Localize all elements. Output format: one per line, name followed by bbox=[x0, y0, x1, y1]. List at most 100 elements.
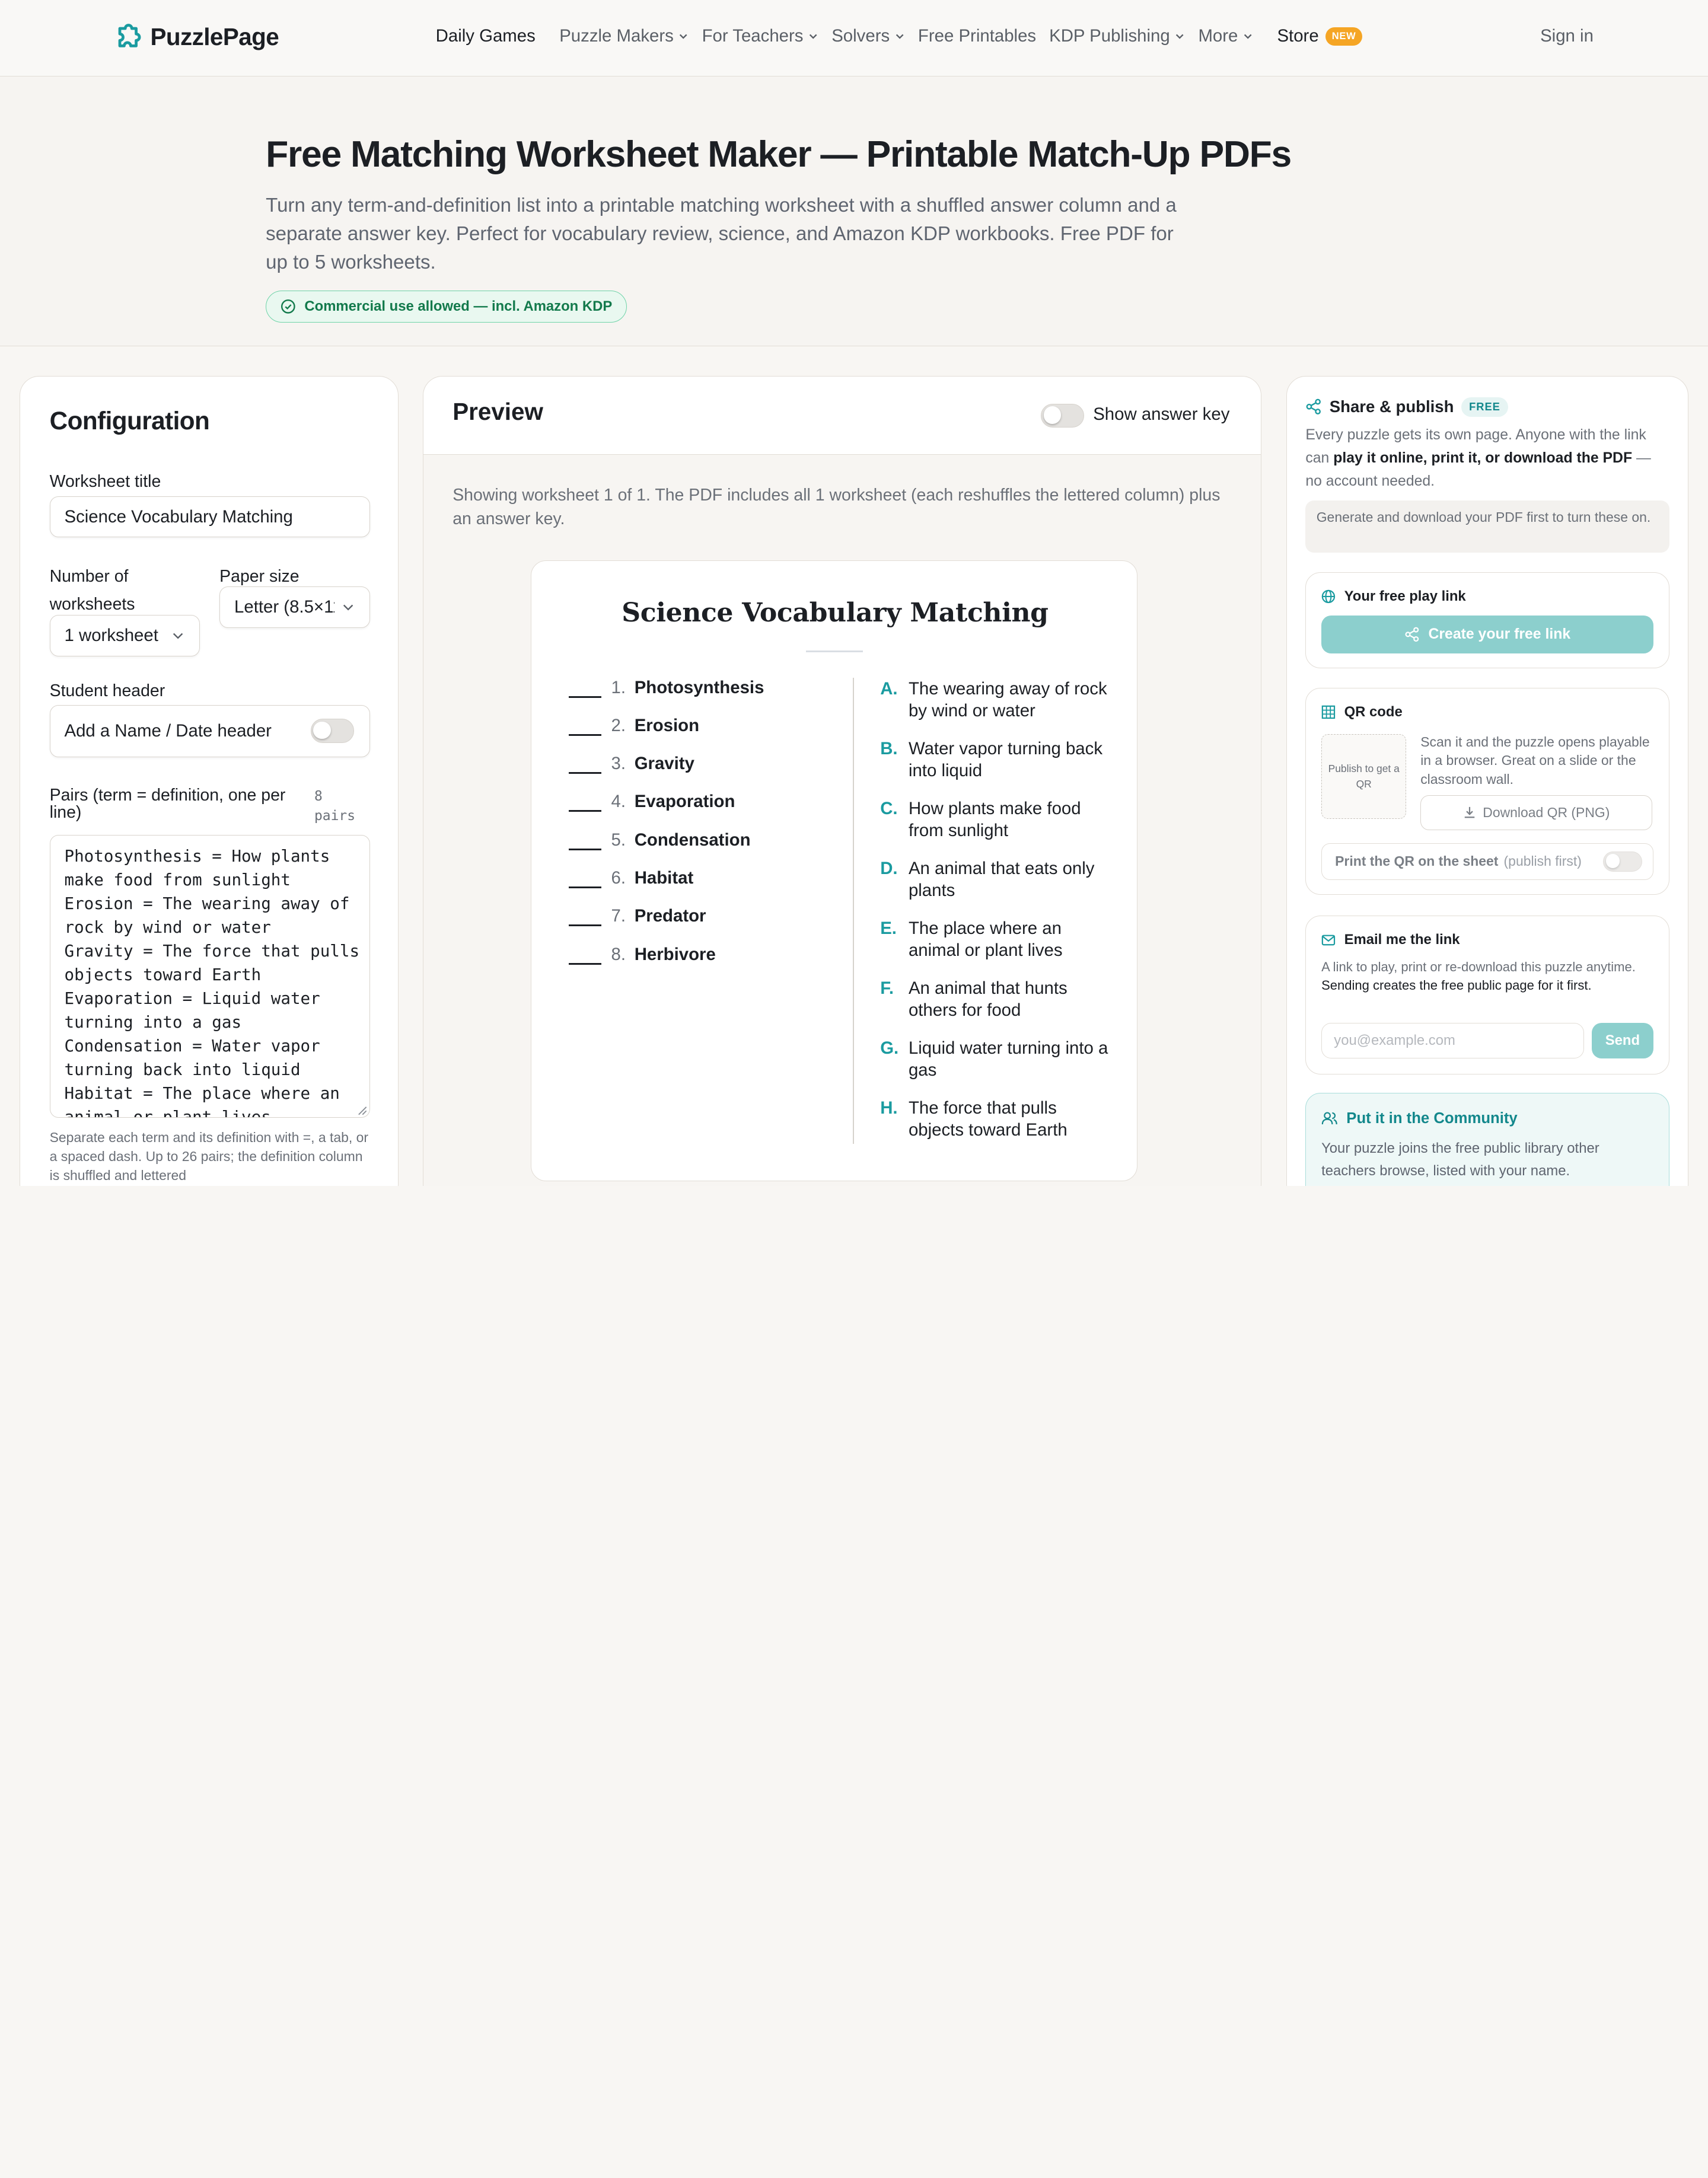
resize-handle-icon[interactable] bbox=[358, 1106, 368, 1116]
term-number: 5. bbox=[611, 830, 626, 850]
print-qr-label: Print the QR on the sheet bbox=[1335, 853, 1499, 869]
pairs-label: Pairs (term = definition, one per line) bbox=[49, 786, 286, 822]
student-header-row[interactable]: Add a Name / Date header bbox=[49, 705, 370, 758]
send-email-button[interactable]: Send bbox=[1591, 1022, 1654, 1059]
qr-placeholder: Publish to get a QR bbox=[1321, 734, 1407, 819]
nav-label: Solvers bbox=[831, 26, 890, 46]
paper-size-value: Letter (8.5×11") bbox=[234, 597, 334, 617]
community-card: Put it in the Community Your puzzle join… bbox=[1305, 1093, 1669, 1187]
nav-for-teachers[interactable]: For Teachers bbox=[702, 26, 819, 46]
nav-store[interactable]: Store NEW bbox=[1277, 26, 1363, 46]
chevron-down-icon bbox=[343, 604, 353, 611]
toggle-knob bbox=[1043, 406, 1062, 424]
mail-icon bbox=[1321, 935, 1336, 945]
definition-text: The force that pulls objects toward Eart… bbox=[908, 1098, 1068, 1140]
term-row: 2. Erosion bbox=[568, 715, 700, 736]
download-qr-button[interactable]: Download QR (PNG) bbox=[1420, 795, 1653, 830]
worksheet-count-select[interactable]: 1 worksheet bbox=[49, 614, 200, 656]
nav-label: For Teachers bbox=[702, 26, 804, 46]
puzzle-logo-icon bbox=[118, 23, 141, 47]
term-row: 5. Condensation bbox=[568, 830, 751, 850]
term-row: 8. Herbivore bbox=[568, 944, 716, 965]
toggle-knob bbox=[1605, 854, 1620, 869]
term-word: Gravity bbox=[634, 754, 694, 774]
definition-row: A. The wearing away of rock by wind or wa… bbox=[880, 678, 1109, 722]
answer-blank bbox=[568, 797, 601, 812]
email-card: Email me the link A link to play, print … bbox=[1305, 915, 1669, 1074]
create-link-label: Create your free link bbox=[1428, 626, 1571, 643]
nav-free-printables[interactable]: Free Printables bbox=[918, 26, 1036, 46]
nav-daily-games[interactable]: Daily Games bbox=[436, 26, 536, 46]
definition-text: How plants make food from sunlight bbox=[908, 798, 1081, 841]
community-text: Your puzzle joins the free public librar… bbox=[1321, 1140, 1599, 1179]
preview-heading: Preview bbox=[453, 398, 543, 426]
student-header-toggle-label: Add a Name / Date header bbox=[64, 721, 272, 741]
email-text-pre: A link to play, print or re-download thi… bbox=[1321, 959, 1636, 974]
answer-blank bbox=[568, 720, 601, 736]
sign-in-link[interactable]: Sign in bbox=[1540, 26, 1594, 46]
desc-bold: play it online, print it, or download th… bbox=[1333, 450, 1633, 467]
definition-letter: E. bbox=[880, 918, 897, 938]
definition-letter: D. bbox=[880, 858, 898, 878]
print-qr-toggle[interactable] bbox=[1602, 851, 1643, 872]
term-row: 4. Evaporation bbox=[568, 792, 735, 812]
pairs-help-text: Separate each term and its definition wi… bbox=[49, 1129, 369, 1184]
title-rule bbox=[806, 650, 863, 653]
answer-key-toggle[interactable] bbox=[1041, 403, 1085, 428]
share-icon bbox=[1306, 398, 1321, 415]
definition-letter: C. bbox=[880, 798, 898, 818]
term-word: Condensation bbox=[634, 830, 751, 850]
chevron-down-icon bbox=[809, 34, 817, 39]
free-badge: FREE bbox=[1461, 397, 1508, 417]
term-word: Herbivore bbox=[634, 944, 716, 964]
pairs-count: 8 pairs bbox=[314, 789, 356, 824]
configuration-panel: Configuration Worksheet title Science Vo… bbox=[20, 375, 399, 1187]
email-text-dark: Sending creates the free public page for… bbox=[1321, 977, 1592, 993]
brand-logo[interactable]: PuzzlePage bbox=[113, 22, 279, 52]
globe-icon bbox=[1321, 589, 1336, 604]
nav-solvers[interactable]: Solvers bbox=[831, 26, 905, 46]
email-title: Email me the link bbox=[1344, 931, 1460, 948]
top-nav: PuzzlePage Daily Games Puzzle Makers For… bbox=[0, 0, 1708, 76]
term-row: 1. Photosynthesis bbox=[568, 677, 764, 698]
new-badge: NEW bbox=[1325, 27, 1363, 46]
worksheet-title-input[interactable]: Science Vocabulary Matching bbox=[49, 496, 370, 538]
nav-more[interactable]: More bbox=[1198, 26, 1253, 46]
term-number: 4. bbox=[611, 792, 626, 812]
definition-text: An animal that hunts others for food bbox=[908, 978, 1068, 1021]
student-header-toggle[interactable] bbox=[310, 719, 355, 743]
create-link-button[interactable]: Create your free link bbox=[1321, 615, 1654, 654]
nav-label: Puzzle Makers bbox=[559, 26, 674, 46]
definition-row: B. Water vapor turning back into liquid bbox=[880, 738, 1109, 782]
main-nav-links: Daily Games Puzzle Makers For Teachers S… bbox=[436, 26, 1363, 46]
pairs-textarea[interactable]: Photosynthesis = How plants make food fr… bbox=[49, 834, 370, 1118]
nav-kdp-publishing[interactable]: KDP Publishing bbox=[1049, 26, 1185, 46]
definition-letter: B. bbox=[880, 738, 898, 758]
chevron-down-icon bbox=[173, 633, 183, 639]
answer-blank bbox=[568, 835, 601, 850]
definition-text: Water vapor turning back into liquid bbox=[908, 738, 1103, 781]
check-circle-icon bbox=[281, 299, 295, 314]
answer-key-label: Show answer key bbox=[1093, 404, 1230, 425]
configuration-heading: Configuration bbox=[49, 407, 210, 435]
definition-row: E. The place where an animal or plant liv… bbox=[880, 917, 1109, 962]
term-number: 8. bbox=[611, 944, 626, 964]
chevron-down-icon bbox=[1244, 34, 1252, 39]
print-qr-note: (publish first) bbox=[1503, 853, 1582, 869]
term-word: Habitat bbox=[634, 868, 694, 888]
preview-header: Preview Show answer key bbox=[423, 376, 1261, 455]
definition-row: H. The force that pulls objects toward Ea… bbox=[880, 1097, 1109, 1141]
paper-size-select[interactable]: Letter (8.5×11") bbox=[219, 586, 370, 628]
email-input[interactable]: you@example.com bbox=[1321, 1022, 1584, 1059]
term-word: Erosion bbox=[634, 715, 700, 735]
nav-puzzle-makers[interactable]: Puzzle Makers bbox=[559, 26, 689, 46]
term-number: 1. bbox=[611, 677, 626, 697]
answer-blank bbox=[568, 758, 601, 774]
page-title: Free Matching Worksheet Maker — Printabl… bbox=[266, 133, 1292, 176]
share-description: Every puzzle gets its own page. Anyone w… bbox=[1305, 424, 1670, 493]
definition-row: G. Liquid water turning into a gas bbox=[880, 1037, 1109, 1082]
print-qr-row[interactable]: Print the QR on the sheet (publish first… bbox=[1321, 843, 1654, 881]
email-heading: Email me the link bbox=[1321, 932, 1460, 948]
definition-letter: H. bbox=[880, 1098, 898, 1118]
share-heading: Share & publish FREE bbox=[1305, 397, 1508, 417]
